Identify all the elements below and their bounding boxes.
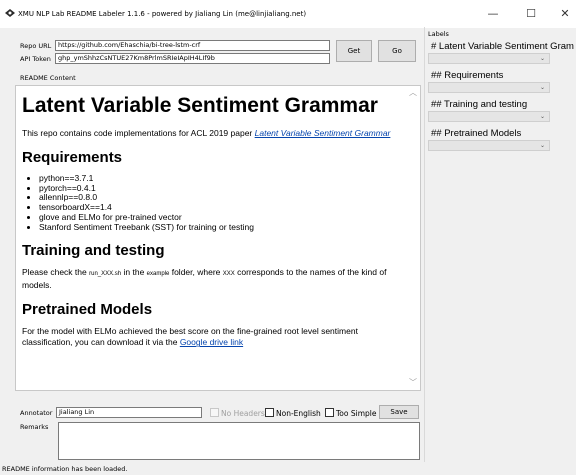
title-bar: XMU NLP Lab README Labeler 1.1.6 - power… [0,0,576,28]
minimize-button[interactable]: — [478,5,508,23]
non-english-checkbox[interactable] [265,408,274,417]
readme-intro-text: This repo contains code implementations … [22,128,255,138]
readme-content-label: README Content [20,74,76,82]
readme-intro: This repo contains code implementations … [22,128,402,139]
labels-divider [424,27,425,462]
label-header-requirements: ## Requirements [431,70,504,81]
label-select-title[interactable]: ⌄ [428,53,550,64]
chevron-down-icon: ⌄ [539,84,545,91]
window-title: XMU NLP Lab README Labeler 1.1.6 - power… [18,10,307,18]
chevron-down-icon: ⌄ [539,55,545,62]
label-select-requirements[interactable]: ⌄ [428,82,550,93]
training-paragraph: Please check the run_XXX.sh in the examp… [22,267,402,291]
no-headers-label: No Headers [221,409,265,418]
label-header-training: ## Training and testing [431,99,528,110]
annotator-input[interactable]: Jialiang Lin [56,407,202,418]
repo-url-label: Repo URL [20,42,52,50]
no-headers-checkbox[interactable] [210,408,219,417]
label-select-pretrained[interactable]: ⌄ [428,140,550,151]
save-button[interactable]: Save [379,405,419,419]
annotator-label: Annotator [20,409,53,417]
labels-title: Labels [428,30,449,38]
scroll-up-icon[interactable]: ︿ [409,89,417,97]
status-bar: README information has been loaded. [0,462,576,475]
paper-link[interactable]: Latent Variable Sentiment Grammar [255,128,391,138]
status-text: README information has been loaded. [2,465,128,473]
go-button[interactable]: Go [378,40,416,62]
app-icon [5,9,15,17]
readme-title: Latent Variable Sentiment Grammar [22,94,378,117]
remarks-textarea[interactable] [58,422,420,460]
label-header-title: # Latent Variable Sentiment Gram [431,41,574,52]
chevron-down-icon: ⌄ [539,113,545,120]
training-text: Please check the [22,267,90,278]
pretrained-paragraph: For the model with ELMo achieved the bes… [22,326,402,348]
remarks-label: Remarks [20,423,49,431]
label-header-pretrained: ## Pretrained Models [431,128,522,139]
api-token-input[interactable]: ghp_ymShhzCsNTUE27Km8PrlmSRIeIApIH4LIf9b [55,53,330,64]
list-item: Stanford Sentiment Treebank (SST) for tr… [39,222,402,233]
maximize-button[interactable]: ☐ [516,5,546,23]
training-text: in the [121,267,147,278]
requirements-list: python==3.7.1 pytorch==0.4.1 allennlp==0… [22,173,402,233]
scroll-down-icon[interactable]: ﹀ [409,379,417,387]
inline-code: run_XXX.sh [89,271,122,278]
close-button[interactable]: ✕ [554,5,576,23]
pretrained-heading: Pretrained Models [22,301,153,319]
repo-url-input[interactable]: https://github.com/Ehaschia/bi-tree-lstm… [55,40,330,51]
label-select-training[interactable]: ⌄ [428,111,550,122]
too-simple-checkbox[interactable] [325,408,334,417]
non-english-label: Non-English [276,409,321,418]
readme-viewer[interactable]: Latent Variable Sentiment Grammar This r… [15,85,421,391]
api-token-label: API Token [20,55,51,63]
inline-code: XXX [222,271,235,278]
google-drive-link[interactable]: Google drive link [180,337,243,347]
inline-code: example [146,271,170,278]
training-text: folder, where [169,267,223,278]
get-button[interactable]: Get [336,40,372,62]
training-heading: Training and testing [22,242,165,260]
requirements-heading: Requirements [22,149,123,166]
too-simple-label: Too Simple [336,409,377,418]
chevron-down-icon: ⌄ [539,142,545,149]
